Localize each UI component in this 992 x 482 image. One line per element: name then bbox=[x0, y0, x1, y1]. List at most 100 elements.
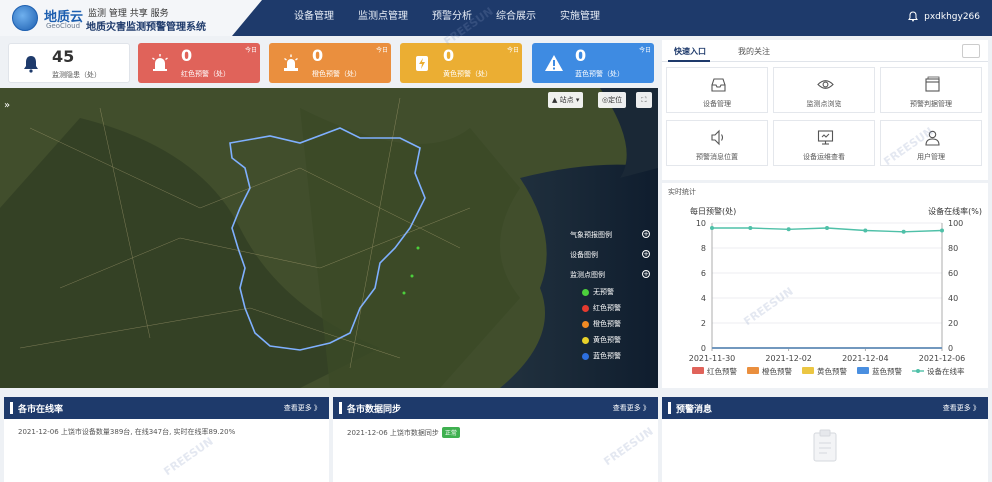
list-item-text: 2021-12-06 上饶市数据同步 bbox=[347, 429, 439, 437]
y-tick-label-right: 60 bbox=[948, 269, 958, 278]
globe-logo-icon bbox=[12, 5, 38, 31]
status-dot bbox=[582, 336, 589, 344]
panel-header: 各市数据同步 查看更多 》 bbox=[333, 397, 658, 419]
header-accent bbox=[668, 402, 671, 414]
view-more-link[interactable]: 查看更多 》 bbox=[613, 403, 650, 413]
grid-icon[interactable] bbox=[962, 44, 980, 58]
y-tick-label-left: 8 bbox=[701, 244, 706, 253]
warning-triangle-icon bbox=[545, 55, 563, 71]
stat-card-yellow-warning[interactable]: 0 黄色预警（处） 今日 bbox=[400, 43, 522, 83]
header-accent bbox=[339, 402, 342, 414]
nav-warning-analysis[interactable]: 预警分析 bbox=[420, 0, 484, 36]
add-icon[interactable]: + bbox=[642, 230, 650, 238]
stat-label: 黄色预警（处） bbox=[443, 70, 492, 78]
eye-icon bbox=[817, 80, 834, 89]
data-point bbox=[825, 226, 829, 230]
quick-link-warning-message[interactable]: 预警消息位置 bbox=[666, 120, 768, 166]
bell-icon[interactable] bbox=[908, 11, 919, 22]
legend-monitoring-point[interactable]: 监测点图例 + bbox=[570, 270, 650, 280]
monitor-icon bbox=[817, 130, 834, 145]
legend-label: 红色预警 bbox=[707, 366, 737, 376]
tab-my-follow[interactable]: 我的关注 bbox=[738, 46, 770, 57]
quick-link-user-management[interactable]: 用户管理 bbox=[880, 120, 982, 166]
data-point bbox=[901, 229, 906, 234]
legend-swatch bbox=[692, 367, 704, 374]
quick-tabs: 快速入口 我的关注 bbox=[662, 40, 988, 62]
stat-value: 0 bbox=[443, 46, 455, 65]
quick-link-label: 预警消息位置 bbox=[696, 153, 738, 161]
quick-link-device-management[interactable]: 设备管理 bbox=[666, 67, 768, 113]
panel-title: 各市在线率 bbox=[18, 405, 64, 415]
map-imagery[interactable] bbox=[0, 88, 658, 388]
legend-item-label: 红色预警 bbox=[593, 304, 621, 312]
y-tick-label-right: 80 bbox=[948, 244, 958, 253]
panel-title: 实时统计 bbox=[668, 188, 696, 196]
status-badge: 正常 bbox=[441, 427, 460, 438]
y-tick-label-left: 4 bbox=[701, 294, 706, 303]
quick-access-panel: 快速入口 我的关注 设备管理 监测点浏览 预警判据管理 预警消息位置 设备运维查… bbox=[662, 40, 988, 180]
data-point bbox=[710, 226, 714, 230]
today-tag: 今日 bbox=[375, 47, 388, 54]
quick-link-monitoring-browse[interactable]: 监测点浏览 bbox=[773, 67, 875, 113]
add-icon[interactable]: + bbox=[642, 250, 650, 258]
user-menu[interactable]: pxdkhgy266 bbox=[908, 11, 980, 22]
legend-item-label: 黄色预警 bbox=[593, 336, 621, 344]
y-axis-right-label: 设备在线率(%) bbox=[928, 206, 982, 216]
nav-implementation[interactable]: 实施管理 bbox=[548, 0, 612, 36]
stat-value: 45 bbox=[52, 47, 75, 66]
add-icon[interactable]: + bbox=[642, 270, 650, 278]
stats-chart: 每日预警(处) 设备在线率(%)02468100204060801002021-1… bbox=[689, 206, 982, 376]
legend-label: 黄色预警 bbox=[817, 366, 847, 376]
view-more-link[interactable]: 查看更多 》 bbox=[943, 403, 980, 413]
nav-device-management[interactable]: 设备管理 bbox=[282, 0, 346, 36]
station-icon: ▲ bbox=[552, 96, 560, 104]
expand-panel-icon[interactable]: » bbox=[4, 100, 10, 111]
legend-weather-forecast[interactable]: 气象预报图例 + bbox=[570, 230, 650, 240]
quick-link-label: 监测点浏览 bbox=[806, 100, 842, 108]
x-tick-label: 2021-12-04 bbox=[842, 354, 889, 363]
legend-swatch bbox=[857, 367, 869, 374]
legend-swatch bbox=[747, 367, 759, 374]
data-point bbox=[940, 228, 944, 233]
legend-device[interactable]: 设备图例 + bbox=[570, 250, 650, 260]
legend-swatch bbox=[802, 367, 814, 374]
stat-label: 监测隐患（处） bbox=[52, 71, 101, 79]
legend-item-label: 蓝色预警 bbox=[593, 352, 621, 360]
stat-value: 0 bbox=[575, 46, 587, 65]
inbox-icon bbox=[711, 78, 726, 92]
user-icon bbox=[925, 130, 940, 146]
y-axis-left-label: 每日预警(处) bbox=[690, 206, 736, 216]
legend-header-label: 气象预报图例 bbox=[570, 231, 612, 239]
system-title: 地质灾害监测预警管理系统 bbox=[86, 22, 206, 33]
station-dropdown[interactable]: ▲ 站点 ▾ bbox=[548, 92, 584, 108]
today-tag: 今日 bbox=[638, 47, 651, 54]
legend-item-orange: 橙色预警 bbox=[582, 319, 621, 329]
locate-button[interactable]: ◎定位 bbox=[598, 92, 627, 108]
stat-card-hazards[interactable]: 45 监测隐患（处） bbox=[8, 43, 130, 83]
legend-item-label: 橙色预警 bbox=[593, 320, 621, 328]
legend-item-no-warning: 无预警 bbox=[582, 287, 614, 297]
tab-quick-entry[interactable]: 快速入口 bbox=[674, 46, 706, 57]
username[interactable]: pxdkhgy266 bbox=[924, 12, 980, 22]
fullscreen-icon[interactable]: ⛶ bbox=[636, 92, 652, 108]
view-more-link[interactable]: 查看更多 》 bbox=[284, 403, 321, 413]
logo-area: 地质云 GeoCloud 监测 管理 共享 服务 地质灾害监测预警管理系统 bbox=[0, 0, 262, 36]
satellite-map[interactable]: » ▲ 站点 ▾ ◎定位 ⛶ 气象预报图例 + 设备图例 + 监测点图例 + 无预警 … bbox=[0, 88, 658, 388]
status-dot bbox=[582, 288, 589, 296]
speaker-icon bbox=[711, 129, 724, 146]
quick-link-device-maintenance[interactable]: 设备运维查看 bbox=[773, 120, 875, 166]
nav-monitoring-point[interactable]: 监测点管理 bbox=[346, 0, 420, 36]
y-tick-label-left: 10 bbox=[696, 219, 706, 228]
stat-card-orange-warning[interactable]: 0 橙色预警（处） 今日 bbox=[269, 43, 391, 83]
panel-header: 预警消息 查看更多 》 bbox=[662, 397, 988, 419]
today-tag: 今日 bbox=[506, 47, 519, 54]
data-point bbox=[786, 227, 791, 232]
logo-subtext: GeoCloud bbox=[46, 22, 81, 30]
quick-link-warning-criteria[interactable]: 预警判据管理 bbox=[880, 67, 982, 113]
stat-card-blue-warning[interactable]: 0 蓝色预警（处） 今日 bbox=[532, 43, 654, 83]
stat-card-red-warning[interactable]: 0 红色预警（处） 今日 bbox=[138, 43, 260, 83]
legend-header-label: 监测点图例 bbox=[570, 271, 605, 279]
legend-label: 蓝色预警 bbox=[872, 366, 902, 376]
x-tick-label: 2021-12-02 bbox=[765, 354, 812, 363]
nav-overview[interactable]: 综合展示 bbox=[484, 0, 548, 36]
